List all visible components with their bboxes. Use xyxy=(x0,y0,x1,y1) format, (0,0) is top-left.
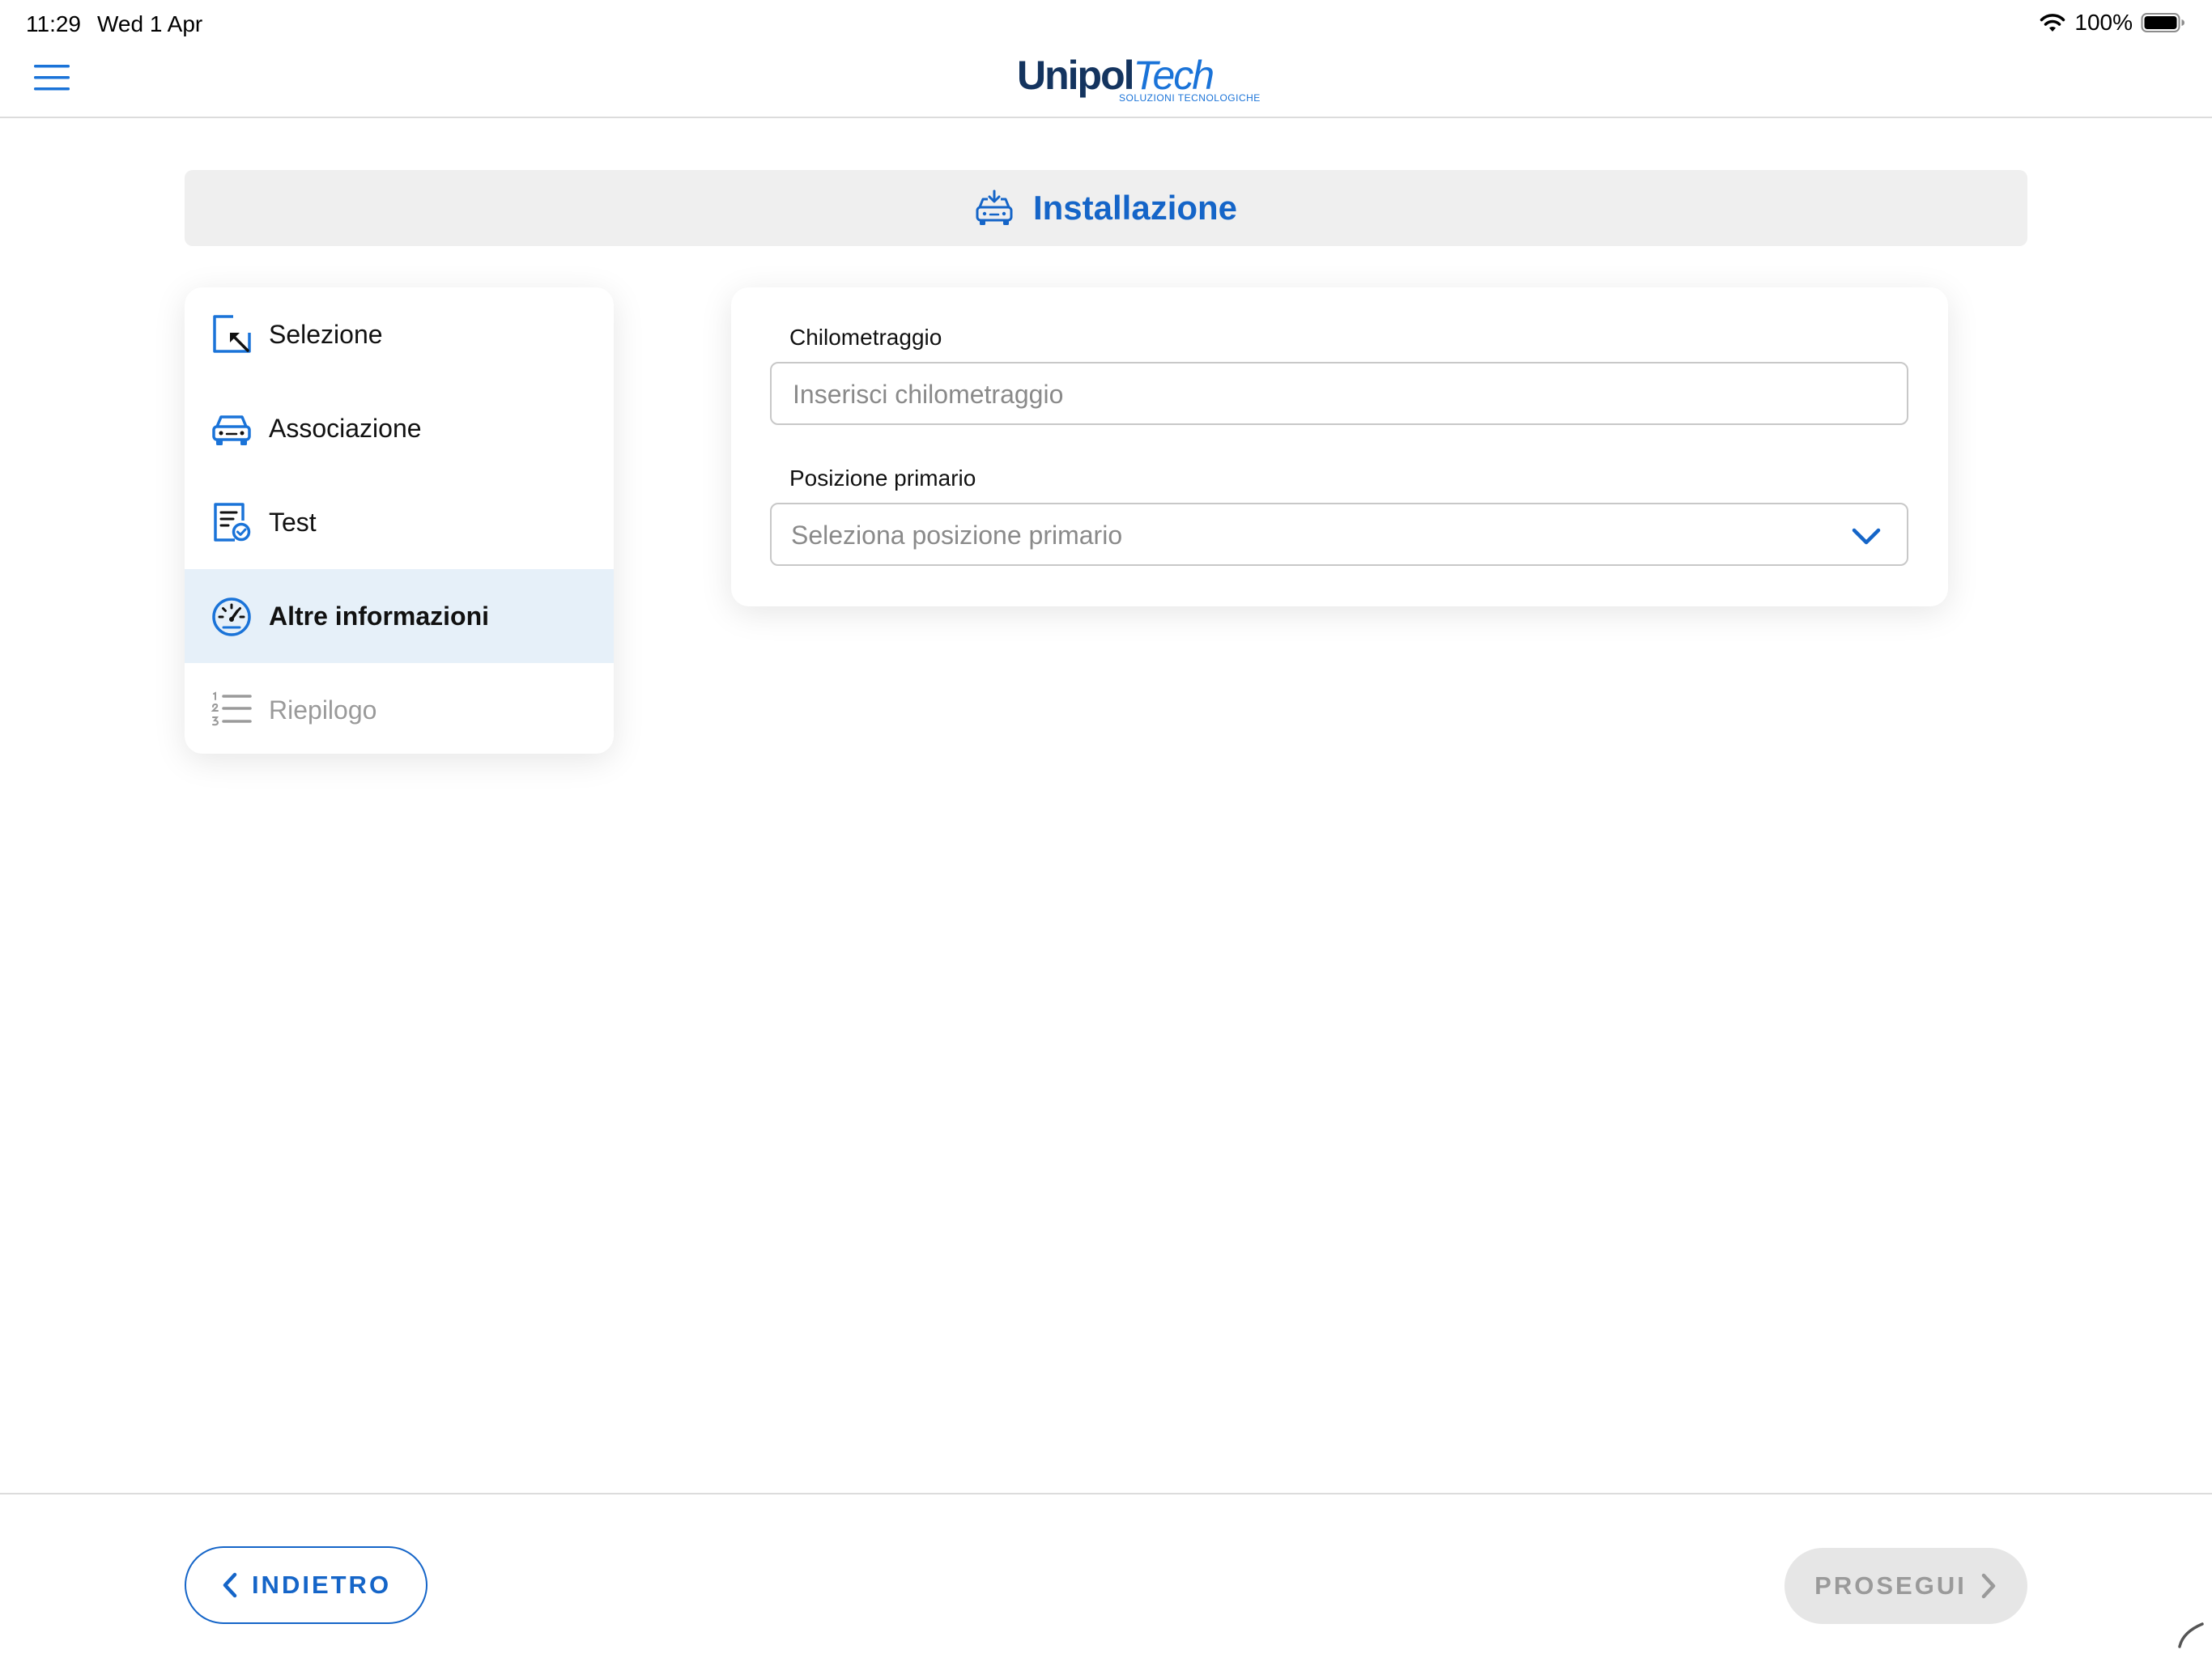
back-button[interactable]: INDIETRO xyxy=(185,1546,428,1624)
unipoltech-logo: UnipolTech SOLUZIONI TECNOLOGICHE xyxy=(1017,52,1260,108)
step-test[interactable]: Test xyxy=(185,475,614,569)
step-riepilogo[interactable]: Riepilogo xyxy=(185,663,614,754)
app-screen: 11:29 Wed 1 Apr 100% UnipolTech SOLUZION… xyxy=(0,0,2212,1658)
page-title-banner: Installazione xyxy=(185,170,2027,246)
mileage-input[interactable] xyxy=(791,363,1879,425)
battery-percentage: 100% xyxy=(2074,10,2133,35)
steps-sidebar: Selezione Associazione Test Altre inform… xyxy=(185,287,614,754)
hamburger-menu-icon[interactable] xyxy=(32,58,71,97)
select-cursor-icon xyxy=(213,315,251,353)
numbered-list-icon xyxy=(211,691,252,726)
next-button-label: PROSEGUI xyxy=(1814,1571,1967,1600)
logo-tagline: SOLUZIONI TECNOLOGICHE xyxy=(1119,92,1261,104)
status-left: 11:29 Wed 1 Apr xyxy=(26,11,202,37)
status-date: Wed 1 Apr xyxy=(97,11,203,36)
next-button[interactable]: PROSEGUI xyxy=(1784,1548,2027,1624)
logo-secondary-text: Tech xyxy=(1133,53,1215,98)
battery-icon xyxy=(2141,13,2184,32)
form-card: Chilometraggio Posizione primario Selezi… xyxy=(731,287,1948,606)
chevron-right-icon xyxy=(1981,1573,1996,1599)
step-label: Altre informazioni xyxy=(269,601,490,631)
chevron-left-icon xyxy=(223,1572,237,1598)
step-label: Selezione xyxy=(269,319,383,349)
primary-position-select[interactable]: Seleziona posizione primario xyxy=(770,503,1908,566)
status-time: 11:29 xyxy=(26,11,81,36)
car-install-icon xyxy=(976,189,1013,225)
resize-handle-icon xyxy=(2178,1622,2204,1648)
logo-primary-text: Unipol xyxy=(1017,53,1135,98)
app-header: UnipolTech SOLUZIONI TECNOLOGICHE xyxy=(0,50,2212,118)
speedometer-icon xyxy=(212,597,251,636)
status-bar: 11:29 Wed 1 Apr 100% xyxy=(0,0,2212,50)
footer-divider xyxy=(0,1493,2212,1494)
primary-position-label: Posizione primario xyxy=(789,466,976,491)
car-icon xyxy=(212,415,251,445)
step-label: Test xyxy=(269,507,317,537)
wifi-icon xyxy=(2040,14,2065,32)
status-right: 100% xyxy=(2039,10,2186,36)
step-label: Associazione xyxy=(269,413,422,443)
step-selezione[interactable]: Selezione xyxy=(185,287,614,381)
primary-position-placeholder: Seleziona posizione primario xyxy=(791,521,1123,550)
document-check-icon xyxy=(214,503,251,542)
back-button-label: INDIETRO xyxy=(251,1571,392,1599)
mileage-field xyxy=(770,362,1908,425)
step-associazione[interactable]: Associazione xyxy=(185,381,614,475)
step-altre-informazioni[interactable]: Altre informazioni xyxy=(185,569,614,663)
step-label: Riepilogo xyxy=(269,695,377,725)
mileage-label: Chilometraggio xyxy=(789,325,942,350)
chevron-down-icon xyxy=(1852,528,1881,545)
page-title: Installazione xyxy=(1032,189,1238,227)
